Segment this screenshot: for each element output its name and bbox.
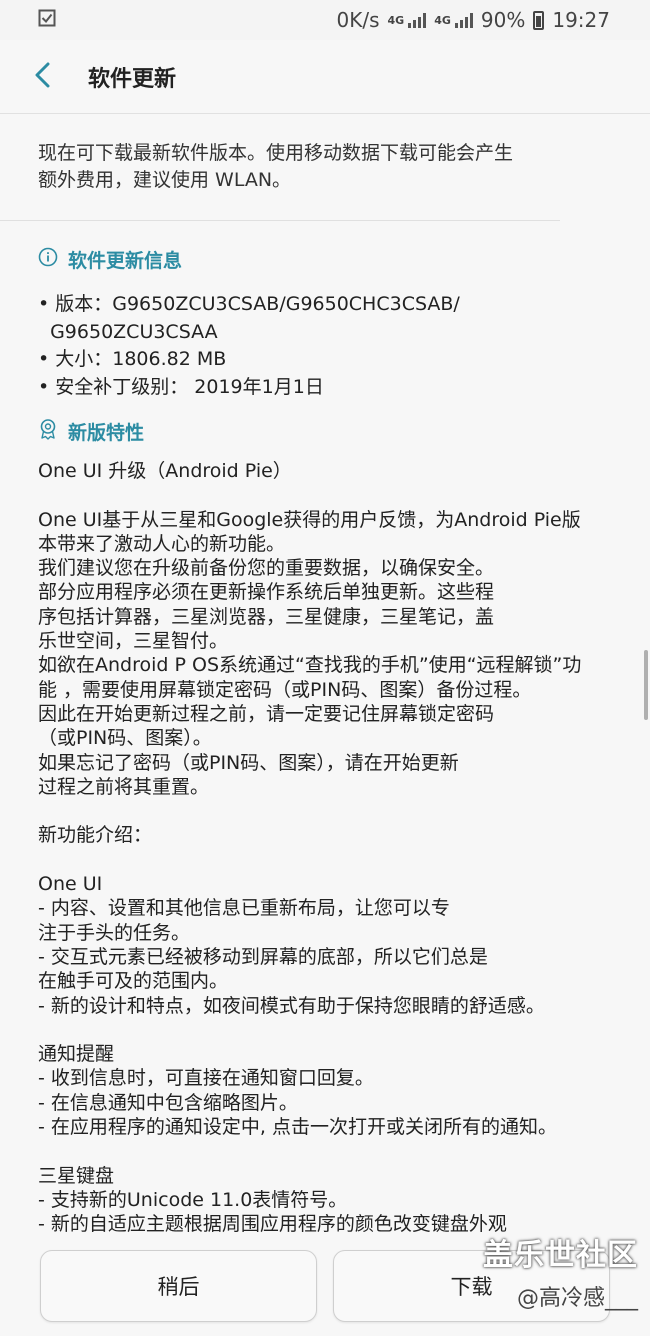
features-line: - 交互式元素已经被移动到屏幕的底部，所以它们总是 (38, 945, 488, 968)
intro-text: 现在可下载最新软件版本。使用移动数据下载可能会产生额外费用，建议使用 WLAN。 (0, 114, 560, 221)
features-line: 如欲在Android P OS系统通过“查找我的手机”使用“远程解锁”功 (38, 654, 582, 677)
chevron-left-icon (34, 62, 52, 92)
network-type-1: 4G (387, 13, 405, 27)
badge-icon (38, 418, 58, 445)
features-line: 能 ，需要使用屏幕锁定密码（或PIN码、图案）备份过程。 (38, 678, 532, 701)
features-line: 部分应用程序必须在更新操作系统后单独更新。这些程 (38, 581, 495, 604)
features-line (38, 1018, 612, 1042)
signal-icon-1 (408, 12, 427, 28)
features-line: One UI基于从三星和Google获得的用户反馈，为Android Pie版 (38, 508, 581, 531)
features-line: 因此在开始更新过程之前，请一定要记住屏幕锁定密码 (38, 702, 495, 725)
features-line: 本带来了激动人心的新功能。 (38, 532, 286, 555)
later-button[interactable]: 稍后 (40, 1250, 317, 1322)
bottom-action-bar: 稍后 下载 (0, 1236, 650, 1336)
page-title: 软件更新 (88, 66, 177, 92)
features-line (38, 799, 612, 823)
features-line: - 新的自适应主题根据周围应用程序的颜色改变键盘外观 (38, 1213, 507, 1236)
features-line: - 支持新的Unicode 11.0表情符号。 (38, 1188, 348, 1211)
features-line: 注于手头的任务。 (38, 921, 191, 944)
features-title: 新版特性 (68, 421, 145, 444)
features-line: - 内容、设置和其他信息已重新布局，让您可以专 (38, 897, 450, 920)
features-line: One UI (38, 873, 103, 896)
network-type-2: 4G (434, 13, 451, 27)
features-heading: 新版特性 (0, 417, 650, 445)
checkbox-notification-icon (38, 8, 56, 32)
features-line: 新功能介绍： (38, 824, 153, 847)
features-line: - 新的设计和特点，如夜间模式有助于保持您眼睛的舒适感。 (38, 994, 545, 1017)
features-line: One UI 升级（Android Pie） (38, 460, 292, 482)
battery-level: 90% (480, 8, 526, 32)
update-info-line: G9650ZCU3CSAA (38, 320, 218, 343)
update-info-title: 软件更新信息 (68, 249, 183, 272)
features-line (38, 848, 612, 872)
clock: 19:27 (552, 8, 610, 32)
update-info-heading: 软件更新信息 (0, 245, 650, 273)
features-body: One UI 升级（Android Pie） One UI基于从三星和Google… (0, 445, 650, 1236)
features-line: 乐世空间，三星智付。 (38, 630, 229, 653)
net-speed: 0K/s (336, 8, 380, 32)
signal-icon-2 (454, 12, 473, 28)
scrollbar-thumb[interactable] (644, 650, 648, 720)
features-line (38, 1139, 612, 1163)
features-line: 在触手可及的范围内。 (38, 970, 229, 993)
info-icon (38, 247, 58, 272)
features-line: 序包括计算器，三星浏览器，三星健康，三星笔记，盖 (38, 605, 495, 628)
update-info-list: • 版本：G9650ZCU3CSAB/G9650CHC3CSAB/ G9650Z… (0, 273, 650, 401)
update-info-line: • 大小：1806.82 MB (38, 348, 227, 370)
features-line (38, 483, 612, 507)
features-line: - 收到信息时，可直接在通知窗口回复。 (38, 1067, 374, 1090)
update-details-scroll[interactable]: 现在可下载最新软件版本。使用移动数据下载可能会产生额外费用，建议使用 WLAN。… (0, 114, 650, 1236)
app-bar: 软件更新 (0, 40, 650, 114)
back-button[interactable] (8, 40, 78, 114)
features-line: 通知提醒 (38, 1043, 115, 1066)
update-info-line: • 版本：G9650ZCU3CSAB/G9650CHC3CSAB/ (38, 293, 460, 315)
features-line: 我们建议您在升级前备份您的重要数据，以确保安全。 (38, 557, 495, 580)
features-line: - 在信息通知中包含缩略图片。 (38, 1091, 298, 1114)
battery-charging-icon (533, 10, 545, 30)
features-line: 如果忘记了密码（或PIN码、图案），请在开始更新 (38, 751, 459, 774)
status-bar: 0K/s 4G 4G 90% 19:27 (0, 0, 650, 40)
features-line: 三星键盘 (38, 1164, 115, 1187)
update-info-line: • 安全补丁级别： 2019年1月1日 (38, 375, 324, 398)
features-line: （或PIN码、图案）。 (38, 727, 212, 750)
features-line: - 在应用程序的通知设定中, 点击一次打开或关闭所有的通知。 (38, 1116, 557, 1139)
download-button[interactable]: 下载 (333, 1250, 610, 1322)
features-line: 过程之前将其重置。 (38, 775, 210, 798)
